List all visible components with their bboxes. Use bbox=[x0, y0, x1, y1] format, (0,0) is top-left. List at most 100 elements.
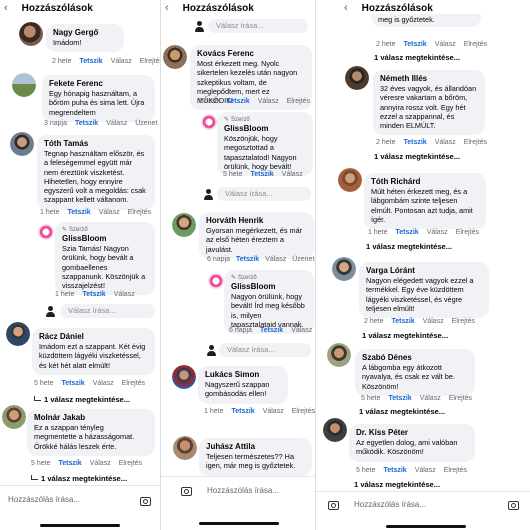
reply-button[interactable]: Válasz bbox=[93, 380, 114, 387]
like-button[interactable]: Tetszik bbox=[260, 327, 283, 334]
avatar[interactable] bbox=[338, 168, 362, 192]
like-button[interactable]: Tetszik bbox=[226, 98, 249, 105]
hide-button[interactable]: Elrejtés bbox=[452, 318, 475, 325]
reply-button[interactable]: Válasz bbox=[435, 41, 456, 48]
avatar[interactable] bbox=[19, 22, 43, 46]
commenter-name[interactable]: GlissBloom bbox=[231, 282, 307, 292]
like-button[interactable]: Tetszik bbox=[79, 58, 102, 65]
avatar[interactable] bbox=[38, 224, 54, 240]
hide-button[interactable]: Elrejtés bbox=[119, 460, 142, 467]
comment-input[interactable]: Hozzászólás írása... bbox=[354, 500, 426, 509]
commenter-name[interactable]: Juhász Attila bbox=[206, 442, 305, 452]
like-button[interactable]: Tetszik bbox=[236, 256, 259, 263]
avatar[interactable] bbox=[332, 257, 356, 281]
avatar[interactable] bbox=[12, 73, 36, 97]
reply-button[interactable]: Válasz bbox=[265, 256, 286, 263]
message-button[interactable]: Üzenet bbox=[292, 256, 314, 263]
reply-button[interactable]: Válasz bbox=[435, 139, 456, 146]
avatar[interactable] bbox=[345, 66, 369, 90]
reply-button[interactable]: Válasz bbox=[263, 408, 284, 415]
commenter-name[interactable]: Lukács Simon bbox=[205, 370, 281, 380]
commenter-name[interactable]: Horváth Henrik bbox=[206, 216, 307, 226]
reply-input[interactable]: Válasz írása... bbox=[219, 343, 311, 357]
avatar[interactable] bbox=[6, 322, 30, 346]
avatar[interactable] bbox=[323, 418, 347, 442]
like-button[interactable]: Tetszik bbox=[395, 229, 418, 236]
commenter-name[interactable]: Rácz Dániel bbox=[39, 332, 148, 342]
view-replies-link[interactable]: 1 válasz megtekintése... bbox=[362, 331, 448, 340]
like-button[interactable]: Tetszik bbox=[82, 291, 105, 298]
camera-icon[interactable] bbox=[328, 501, 339, 510]
avatar[interactable] bbox=[173, 436, 197, 460]
like-button[interactable]: Tetszik bbox=[388, 395, 411, 402]
reply-button[interactable]: Válasz bbox=[282, 171, 303, 178]
like-button[interactable]: Tetszik bbox=[403, 139, 426, 146]
view-replies-link[interactable]: 1 válasz megtekintése... bbox=[374, 53, 460, 62]
view-replies-link[interactable]: 1 válasz megtekintése... bbox=[31, 474, 127, 483]
commenter-name[interactable]: GlissBloom bbox=[62, 234, 148, 244]
avatar[interactable] bbox=[208, 273, 224, 289]
commenter-name[interactable]: Kovács Ferenc bbox=[197, 49, 305, 59]
hide-button[interactable]: Elrejtés bbox=[128, 209, 151, 216]
like-button[interactable]: Tetszik bbox=[67, 209, 90, 216]
back-icon[interactable]: ‹ bbox=[344, 2, 348, 14]
camera-icon[interactable] bbox=[140, 497, 151, 506]
hide-button[interactable]: Elrejtés bbox=[140, 58, 160, 65]
like-button[interactable]: Tetszik bbox=[403, 41, 426, 48]
hide-button[interactable]: Elrejtés bbox=[122, 380, 145, 387]
like-button[interactable]: Tetszik bbox=[250, 171, 273, 178]
avatar[interactable] bbox=[172, 365, 196, 389]
reply-input[interactable]: Válasz írása... bbox=[60, 304, 155, 318]
hide-button[interactable]: Elrejtés bbox=[449, 395, 472, 402]
reply-button[interactable]: Válasz bbox=[114, 291, 135, 298]
hide-button[interactable]: Elrejtés bbox=[464, 41, 487, 48]
comment-input[interactable]: Hozzászólás írása... bbox=[207, 486, 279, 495]
reply-button[interactable]: Válasz bbox=[427, 229, 448, 236]
back-icon[interactable]: ‹ bbox=[165, 2, 169, 14]
message-button[interactable]: Üzenet bbox=[135, 120, 157, 127]
reply-button[interactable]: Válasz bbox=[423, 318, 444, 325]
commenter-name[interactable]: GlissBloom bbox=[224, 124, 306, 134]
hide-button[interactable]: Elrejtés bbox=[444, 467, 467, 474]
reply-button[interactable]: Válasz bbox=[111, 58, 132, 65]
reply-button[interactable]: Válasz bbox=[99, 209, 120, 216]
commenter-name[interactable]: Tóth Richárd bbox=[371, 177, 479, 187]
avatar[interactable] bbox=[201, 114, 217, 130]
avatar[interactable] bbox=[172, 213, 196, 237]
commenter-name[interactable]: Tóth Tamás bbox=[44, 139, 148, 149]
view-replies-link[interactable]: 1 válasz megtekintése... bbox=[359, 407, 445, 416]
avatar[interactable] bbox=[327, 343, 351, 367]
like-button[interactable]: Tetszik bbox=[58, 460, 81, 467]
reply-button[interactable]: Válasz bbox=[106, 120, 127, 127]
commenter-name[interactable]: Szabó Dénes bbox=[362, 353, 468, 363]
commenter-name[interactable]: Dr. Kiss Péter bbox=[356, 428, 468, 438]
view-replies-link[interactable]: 1 válasz megtekintése... bbox=[366, 242, 452, 251]
camera-icon[interactable] bbox=[181, 487, 192, 496]
hide-button[interactable]: Elrejtés bbox=[456, 229, 479, 236]
view-replies-link[interactable]: 1 válasz megtekintése... bbox=[34, 395, 130, 404]
comment-input[interactable]: Hozzászólás írása... bbox=[8, 495, 80, 504]
commenter-name[interactable]: Németh Illés bbox=[380, 74, 478, 84]
back-icon[interactable]: ‹ bbox=[4, 2, 8, 14]
hide-button[interactable]: Elrejtés bbox=[287, 98, 310, 105]
reply-button[interactable]: Válasz bbox=[291, 327, 312, 334]
avatar[interactable] bbox=[2, 405, 26, 429]
like-button[interactable]: Tetszik bbox=[75, 120, 98, 127]
avatar[interactable] bbox=[10, 132, 34, 156]
hide-button[interactable]: Elrejtés bbox=[464, 139, 487, 146]
avatar[interactable] bbox=[163, 45, 187, 69]
reply-input[interactable]: Válasz írása... bbox=[217, 187, 311, 201]
reply-button[interactable]: Válasz bbox=[420, 395, 441, 402]
reply-button[interactable]: Válasz bbox=[258, 98, 279, 105]
view-replies-link[interactable]: 1 válasz megtekintése... bbox=[374, 152, 460, 161]
reply-button[interactable]: Válasz bbox=[90, 460, 111, 467]
commenter-name[interactable]: Molnár Jakab bbox=[34, 413, 148, 423]
commenter-name[interactable]: Varga Lóránt bbox=[366, 266, 482, 276]
like-button[interactable]: Tetszik bbox=[383, 467, 406, 474]
reply-input[interactable]: Válasz írása... bbox=[208, 19, 308, 33]
view-replies-link[interactable]: 1 válasz megtekintése... bbox=[354, 480, 440, 489]
like-button[interactable]: Tetszik bbox=[231, 408, 254, 415]
commenter-name[interactable]: Fekete Ferenc bbox=[49, 79, 148, 89]
like-button[interactable]: Tetszik bbox=[391, 318, 414, 325]
commenter-name[interactable]: Nagy Gergő bbox=[53, 28, 117, 38]
